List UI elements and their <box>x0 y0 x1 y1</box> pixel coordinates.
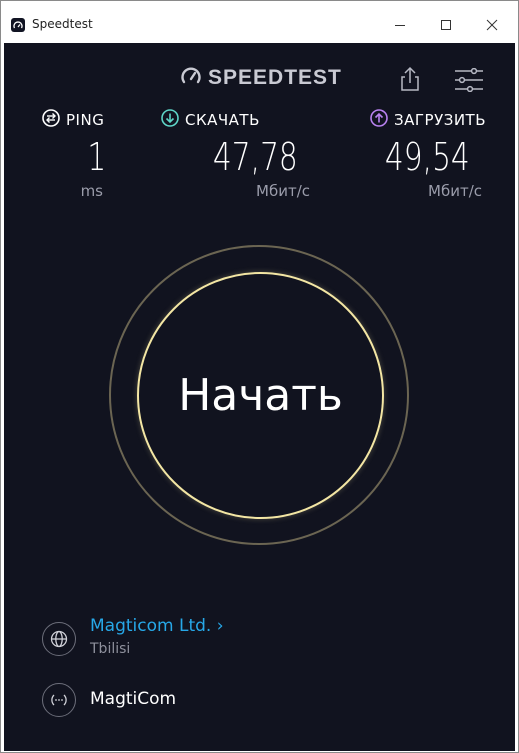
chevron-right-icon: › <box>216 616 224 636</box>
maximize-button[interactable] <box>423 9 469 41</box>
close-icon <box>486 19 498 31</box>
server-icon[interactable] <box>42 683 76 717</box>
provider-name: Magticom Ltd. <box>90 616 212 636</box>
minimize-icon <box>394 19 406 31</box>
speedtest-app-icon <box>11 18 25 32</box>
share-button[interactable] <box>398 66 422 92</box>
maximize-icon <box>440 19 452 31</box>
ping-unit: ms <box>80 182 103 200</box>
speedometer-icon <box>180 66 202 90</box>
title-bar: Speedtest <box>1 1 518 43</box>
ping-label: PING <box>42 109 104 131</box>
upload-unit: Мбит/с <box>428 182 482 200</box>
app-window: Speedtest SPEEDTEST PING 1 ms СКАЧАТЬ 47… <box>0 0 519 753</box>
share-icon <box>398 66 422 96</box>
ping-label-text: PING <box>66 111 105 129</box>
speedtest-logo: SPEEDTEST <box>180 65 342 91</box>
close-button[interactable] <box>469 9 515 41</box>
go-button[interactable]: Начать <box>137 272 384 519</box>
upload-value: 49,54 <box>385 135 470 179</box>
upload-label-text: ЗАГРУЗИТЬ <box>394 111 487 129</box>
provider-link[interactable]: Magticom Ltd. › <box>90 616 224 636</box>
settings-button[interactable] <box>453 67 485 93</box>
go-button-label: Начать <box>178 370 343 421</box>
download-label-text: СКАЧАТЬ <box>185 111 260 129</box>
logo-text: SPEEDTEST <box>208 66 342 89</box>
upload-arrow-icon <box>370 109 388 131</box>
settings-sliders-icon <box>453 67 485 96</box>
server-name[interactable]: MagtiCom <box>90 689 176 709</box>
globe-icon <box>42 622 76 656</box>
download-unit: Мбит/с <box>256 182 310 200</box>
provider-location: Tbilisi <box>90 641 131 657</box>
download-value: 47,78 <box>213 135 298 179</box>
ping-value: 1 <box>87 135 106 179</box>
window-title: Speedtest <box>32 17 93 31</box>
download-label: СКАЧАТЬ <box>161 109 260 131</box>
ping-icon <box>42 109 60 131</box>
download-arrow-icon <box>161 109 179 131</box>
speedtest-panel: SPEEDTEST PING 1 ms СКАЧАТЬ 47,78 Мбит/с… <box>4 43 515 751</box>
minimize-button[interactable] <box>377 9 423 41</box>
upload-label: ЗАГРУЗИТЬ <box>370 109 486 131</box>
